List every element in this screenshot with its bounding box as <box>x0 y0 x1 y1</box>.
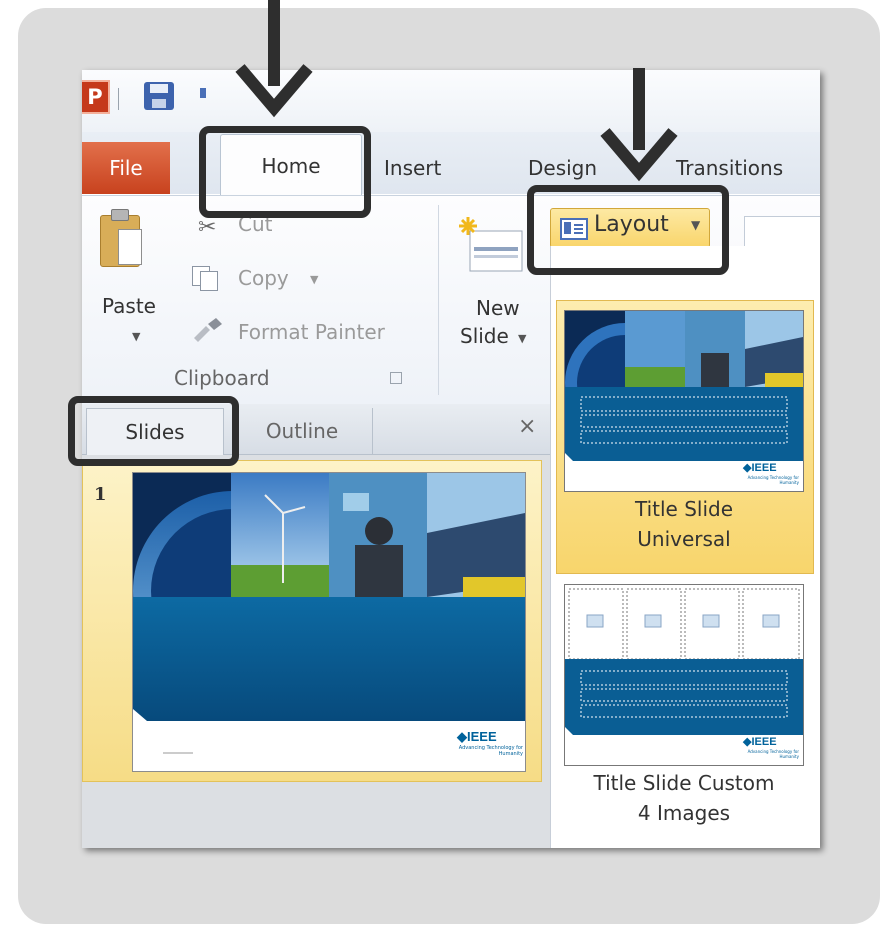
paste-button[interactable]: Paste <box>102 294 156 318</box>
layout-caption-line2: 4 Images <box>637 801 731 825</box>
highlight-slides-tab <box>68 396 239 466</box>
slide-thumbnail[interactable]: ◆IEEE Advancing Technology for Humanity <box>132 472 526 772</box>
new-slide-icon[interactable] <box>458 215 524 273</box>
quick-access-toolbar <box>82 70 820 132</box>
layout-thumb-custom-4-images[interactable]: ◆IEEE Advancing Technology for Humanity <box>564 584 804 766</box>
copy-icon[interactable] <box>190 264 220 291</box>
close-icon[interactable]: × <box>518 414 536 439</box>
undo-icon[interactable] <box>200 88 206 98</box>
clipboard-group-label: Clipboard <box>174 366 270 390</box>
powerpoint-icon[interactable]: P <box>82 80 110 114</box>
ieee-tagline: Advancing Technology for Humanity <box>458 745 523 757</box>
new-slide-button[interactable]: Slide <box>460 324 509 348</box>
arrow-down-icon <box>600 128 678 182</box>
layout-caption-line1: Title Slide <box>634 497 734 521</box>
format-painter-button[interactable]: Format Painter <box>238 320 385 344</box>
tab-file[interactable]: File <box>82 142 170 194</box>
arrow-down-icon <box>235 64 313 118</box>
format-painter-icon[interactable] <box>190 316 224 342</box>
ieee-logo: ◆IEEE <box>457 729 497 744</box>
highlight-layout-button <box>527 185 729 275</box>
save-icon[interactable] <box>144 82 174 110</box>
paste-icon[interactable] <box>100 207 142 267</box>
copy-dropdown-icon[interactable]: ▼ <box>310 273 318 286</box>
ieee-logo-small: ◆IEEE <box>743 462 777 474</box>
new-slide-dropdown-icon[interactable]: ▼ <box>518 332 526 345</box>
layout-caption-line1: Title Slide Custom <box>593 771 775 795</box>
layout-caption-line2: Universal <box>637 527 731 551</box>
ieee-tagline-small-2: Advancing Technology for Humanity <box>747 749 799 759</box>
new-slide-label-line1[interactable]: New <box>476 296 520 320</box>
ieee-tagline-small: Advancing Technology for Humanity <box>747 475 799 485</box>
cut-icon[interactable]: ✂ <box>198 215 216 240</box>
tab-insert[interactable]: Insert <box>384 142 441 194</box>
dialog-launcher-icon[interactable] <box>390 372 402 384</box>
slide-number: 1 <box>94 484 107 505</box>
toolbar-separator <box>118 88 119 110</box>
tab-outline[interactable]: Outline <box>232 408 373 454</box>
paste-dropdown-icon[interactable]: ▼ <box>132 330 140 343</box>
highlight-home-tab <box>199 126 371 218</box>
layout-thumb-title-universal[interactable]: ◆IEEE Advancing Technology for Humanity <box>564 310 804 492</box>
group-divider <box>438 205 439 395</box>
ieee-logo-small-2: ◆IEEE <box>743 736 777 748</box>
ribbon-field[interactable] <box>744 216 820 250</box>
copy-button[interactable]: Copy <box>238 266 289 290</box>
